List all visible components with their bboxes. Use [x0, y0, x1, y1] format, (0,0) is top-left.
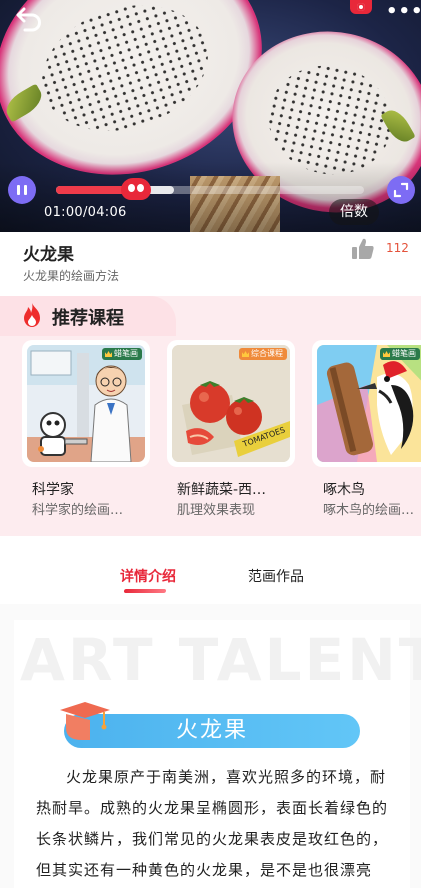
tab-sample-works[interactable]: 范画作品	[248, 566, 304, 586]
back-arrow-icon[interactable]	[12, 2, 48, 34]
progress-played	[56, 186, 132, 194]
course-subtitle: 火龙果的绘画方法	[23, 269, 120, 283]
woodpecker-painting: 蜡笔画	[317, 345, 421, 462]
thumbs-up-icon[interactable]	[350, 236, 376, 262]
recommend-card-desc: 肌理效果表现	[177, 503, 256, 518]
name-banner-title: 火龙果	[175, 718, 248, 743]
video-player[interactable]	[0, 0, 421, 232]
course-type-tag: 蜡笔画	[102, 348, 142, 360]
record-icon	[350, 0, 372, 14]
recommend-card-name[interactable]: 新鲜蔬菜-西…	[177, 479, 266, 499]
watermark: ART TALENT	[20, 626, 421, 694]
recommend-card-desc: 啄木鸟的绘画…	[323, 503, 415, 518]
tomatoes-painting: TOMATOES 综合课程	[172, 345, 290, 462]
recommend-card-name[interactable]: 科学家	[32, 479, 74, 499]
recommend-card-name[interactable]: 啄木鸟	[323, 479, 365, 499]
course-type-tag: 蜡笔画	[380, 348, 420, 360]
more-options-icon[interactable]: •••	[386, 3, 421, 24]
crown-icon	[105, 351, 112, 357]
like-count: 112	[386, 241, 409, 255]
pause-icon	[17, 185, 20, 195]
flame-icon	[20, 302, 44, 328]
recommend-card-desc: 科学家的绘画…	[32, 503, 124, 518]
tab-details[interactable]: 详情介绍	[120, 566, 176, 586]
recommend-card-woodpecker[interactable]: 蜡笔画	[312, 340, 421, 467]
playback-speed-button[interactable]: 倍数	[329, 199, 379, 225]
video-time: 01:00/04:06	[44, 205, 127, 220]
crown-icon	[242, 351, 249, 357]
fullscreen-icon	[393, 182, 409, 198]
progress-thumb-icon[interactable]	[121, 178, 152, 200]
recommend-card-scientist[interactable]: 蜡笔画	[22, 340, 150, 467]
fullscreen-button[interactable]	[387, 176, 415, 204]
course-title: 火龙果	[23, 245, 74, 265]
recommend-title: 推荐课程	[52, 308, 124, 329]
crown-icon	[383, 351, 390, 357]
video-progress-bar[interactable]	[56, 178, 364, 200]
scientist-robot-painting: 蜡笔画	[27, 345, 145, 462]
tab-active-indicator	[123, 589, 167, 593]
recommend-card-vegetables[interactable]: TOMATOES 综合课程	[167, 340, 295, 467]
pause-button[interactable]	[8, 176, 36, 204]
course-type-tag: 综合课程	[239, 348, 287, 360]
detail-intro-text: 火龙果原产于南美洲，喜欢光照多的环境，耐热耐旱。成熟的火龙果呈椭圆形，表面长着绿…	[36, 768, 389, 879]
